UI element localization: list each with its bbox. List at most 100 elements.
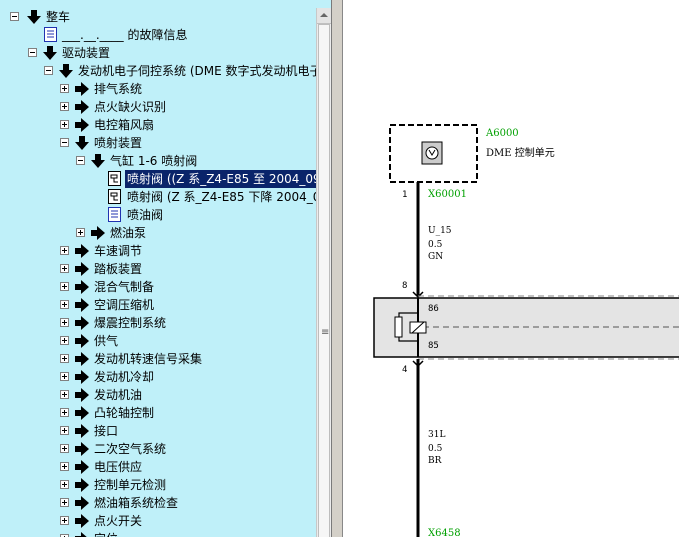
wire2-name: 31L (428, 430, 445, 440)
tree-node-label: 供气 (94, 334, 119, 348)
arrow-right-icon (75, 388, 89, 402)
tree-node-label: 电压供应 (94, 460, 143, 474)
expand-toggle-icon[interactable] (60, 318, 69, 327)
expand-toggle-icon[interactable] (60, 498, 69, 507)
collapse-toggle-icon[interactable] (76, 156, 85, 165)
expand-toggle-icon[interactable] (60, 300, 69, 309)
arrow-right-icon (75, 514, 89, 528)
arrow-right-icon (75, 496, 89, 510)
tree-node-label: 发动机电子伺控系统 (DME 数字式发动机电子 (78, 64, 322, 78)
expand-toggle-icon[interactable] (60, 390, 69, 399)
tree-node-label: 燃油箱系统检查 (94, 496, 179, 510)
expand-toggle-icon[interactable] (60, 372, 69, 381)
diagram-document-icon (108, 171, 121, 186)
connector-bottom-label: X6458 (428, 528, 461, 537)
expand-toggle-icon[interactable] (60, 102, 69, 111)
arrow-down-icon (27, 10, 41, 24)
tree-node-label: 空调压缩机 (94, 298, 155, 312)
arrow-right-icon (75, 370, 89, 384)
wiring-diagram-pane[interactable]: A6000 DME 控制单元 1 X60001 U_15 0.5 GN 8 86… (342, 0, 679, 537)
expand-toggle-icon[interactable] (60, 336, 69, 345)
arrow-right-icon (75, 334, 89, 348)
tree-node-label: 排气系统 (94, 82, 143, 96)
expand-toggle-icon[interactable] (60, 480, 69, 489)
expand-toggle-icon[interactable] (60, 426, 69, 435)
arrow-down-icon (59, 64, 73, 78)
tree-node-label: 踏板装置 (94, 262, 143, 276)
expand-toggle-icon[interactable] (60, 408, 69, 417)
wire2-color: BR (428, 456, 442, 466)
tree-node-label: ___.__.____ 的故障信息 (62, 28, 188, 42)
wire1-color: GN (428, 252, 443, 262)
arrow-right-icon (75, 532, 87, 537)
wire1-name: U_15 (428, 226, 452, 236)
navigation-tree[interactable]: 整车 ___.__.____ 的故障信息 驱动装置 发动机电子伺控系统 (DME… (0, 0, 332, 537)
tree-node-label: 喷射阀 (Z 系_Z4-E85 下降 2004_09 (127, 190, 329, 204)
expand-toggle-icon[interactable] (60, 282, 69, 291)
tree-node-label: 燃油泵 (110, 226, 147, 240)
scroll-up-arrow-icon (320, 13, 328, 17)
tree-node-label: 发动机油 (94, 388, 143, 402)
pin-label-1: 1 (402, 190, 407, 200)
pin-label-4: 4 (402, 365, 407, 375)
connector-top-label: X60001 (428, 189, 467, 200)
diagram-document-icon (108, 189, 121, 204)
arrow-down-icon (43, 46, 57, 60)
tree-node-label: 控制单元检测 (94, 478, 167, 492)
tree-node-label: 整车 (46, 10, 71, 24)
arrow-down-icon (75, 136, 89, 150)
expand-toggle-icon[interactable] (60, 120, 69, 129)
expand-toggle-icon[interactable] (60, 354, 69, 363)
dme-symbol-circle (425, 146, 439, 160)
tree-node-label: 点火开关 (94, 514, 143, 528)
expand-toggle-icon[interactable] (60, 246, 69, 255)
relay-pin-86: 86 (428, 304, 439, 314)
component-code: A6000 (485, 128, 519, 139)
expand-toggle-icon[interactable] (60, 84, 69, 93)
arrow-right-icon (75, 478, 89, 492)
arrow-right-icon (75, 424, 89, 438)
tree-node-label: 车速调节 (94, 244, 143, 258)
document-icon (108, 207, 121, 222)
arrow-right-icon (75, 298, 89, 312)
wiring-diagram: A6000 DME 控制单元 1 X60001 U_15 0.5 GN 8 86… (373, 124, 679, 537)
tree-node-label: 气缸 1-6 喷射阀 (110, 154, 198, 168)
expand-toggle-icon[interactable] (76, 228, 85, 237)
tree-node-label: 电控箱风扇 (94, 118, 155, 132)
collapse-toggle-icon[interactable] (28, 48, 37, 57)
tree-node-label: 接口 (94, 424, 119, 438)
arrow-down-icon (91, 154, 105, 168)
scroll-up-button[interactable] (317, 8, 331, 24)
tree-node-label: 喷射阀 ((Z 系_Z4-E85 至 2004_09 (125, 170, 323, 188)
scroll-thumb[interactable]: ≡ (318, 24, 330, 537)
expand-toggle-icon[interactable] (60, 516, 69, 525)
tree-node-label: 发动机冷却 (94, 370, 155, 384)
arrow-right-icon (75, 406, 89, 420)
collapse-toggle-icon[interactable] (44, 66, 53, 75)
scroll-grip-icon: ≡ (321, 327, 330, 338)
collapse-toggle-icon[interactable] (60, 138, 69, 147)
expand-toggle-icon[interactable] (60, 264, 69, 273)
arrow-right-icon (75, 316, 89, 330)
arrow-right-icon (91, 226, 105, 240)
tree-node-label: 定位 (94, 530, 118, 537)
expand-toggle-icon[interactable] (60, 462, 69, 471)
tree-vertical-scrollbar[interactable]: ≡ (316, 8, 331, 537)
coil-resistor (394, 316, 403, 338)
expand-toggle-icon[interactable] (60, 444, 69, 453)
tree-node-label: 喷油阀 (127, 208, 164, 222)
arrow-right-icon (75, 460, 89, 474)
arrow-right-icon (75, 82, 89, 96)
arrow-right-icon (75, 100, 89, 114)
arrow-right-icon (75, 280, 89, 294)
relay-pin-85: 85 (428, 341, 439, 351)
pane-splitter[interactable] (332, 0, 342, 537)
arrow-right-icon (75, 352, 89, 366)
tree-node-label: 发动机转速信号采集 (94, 352, 203, 366)
tree-node-label: 凸轮轴控制 (94, 406, 155, 420)
collapse-toggle-icon[interactable] (10, 12, 19, 21)
arrow-right-icon (75, 118, 89, 132)
tree-node-label: 二次空气系统 (94, 442, 167, 456)
arrow-right-icon (75, 262, 89, 276)
pin-label-8: 8 (402, 281, 407, 291)
